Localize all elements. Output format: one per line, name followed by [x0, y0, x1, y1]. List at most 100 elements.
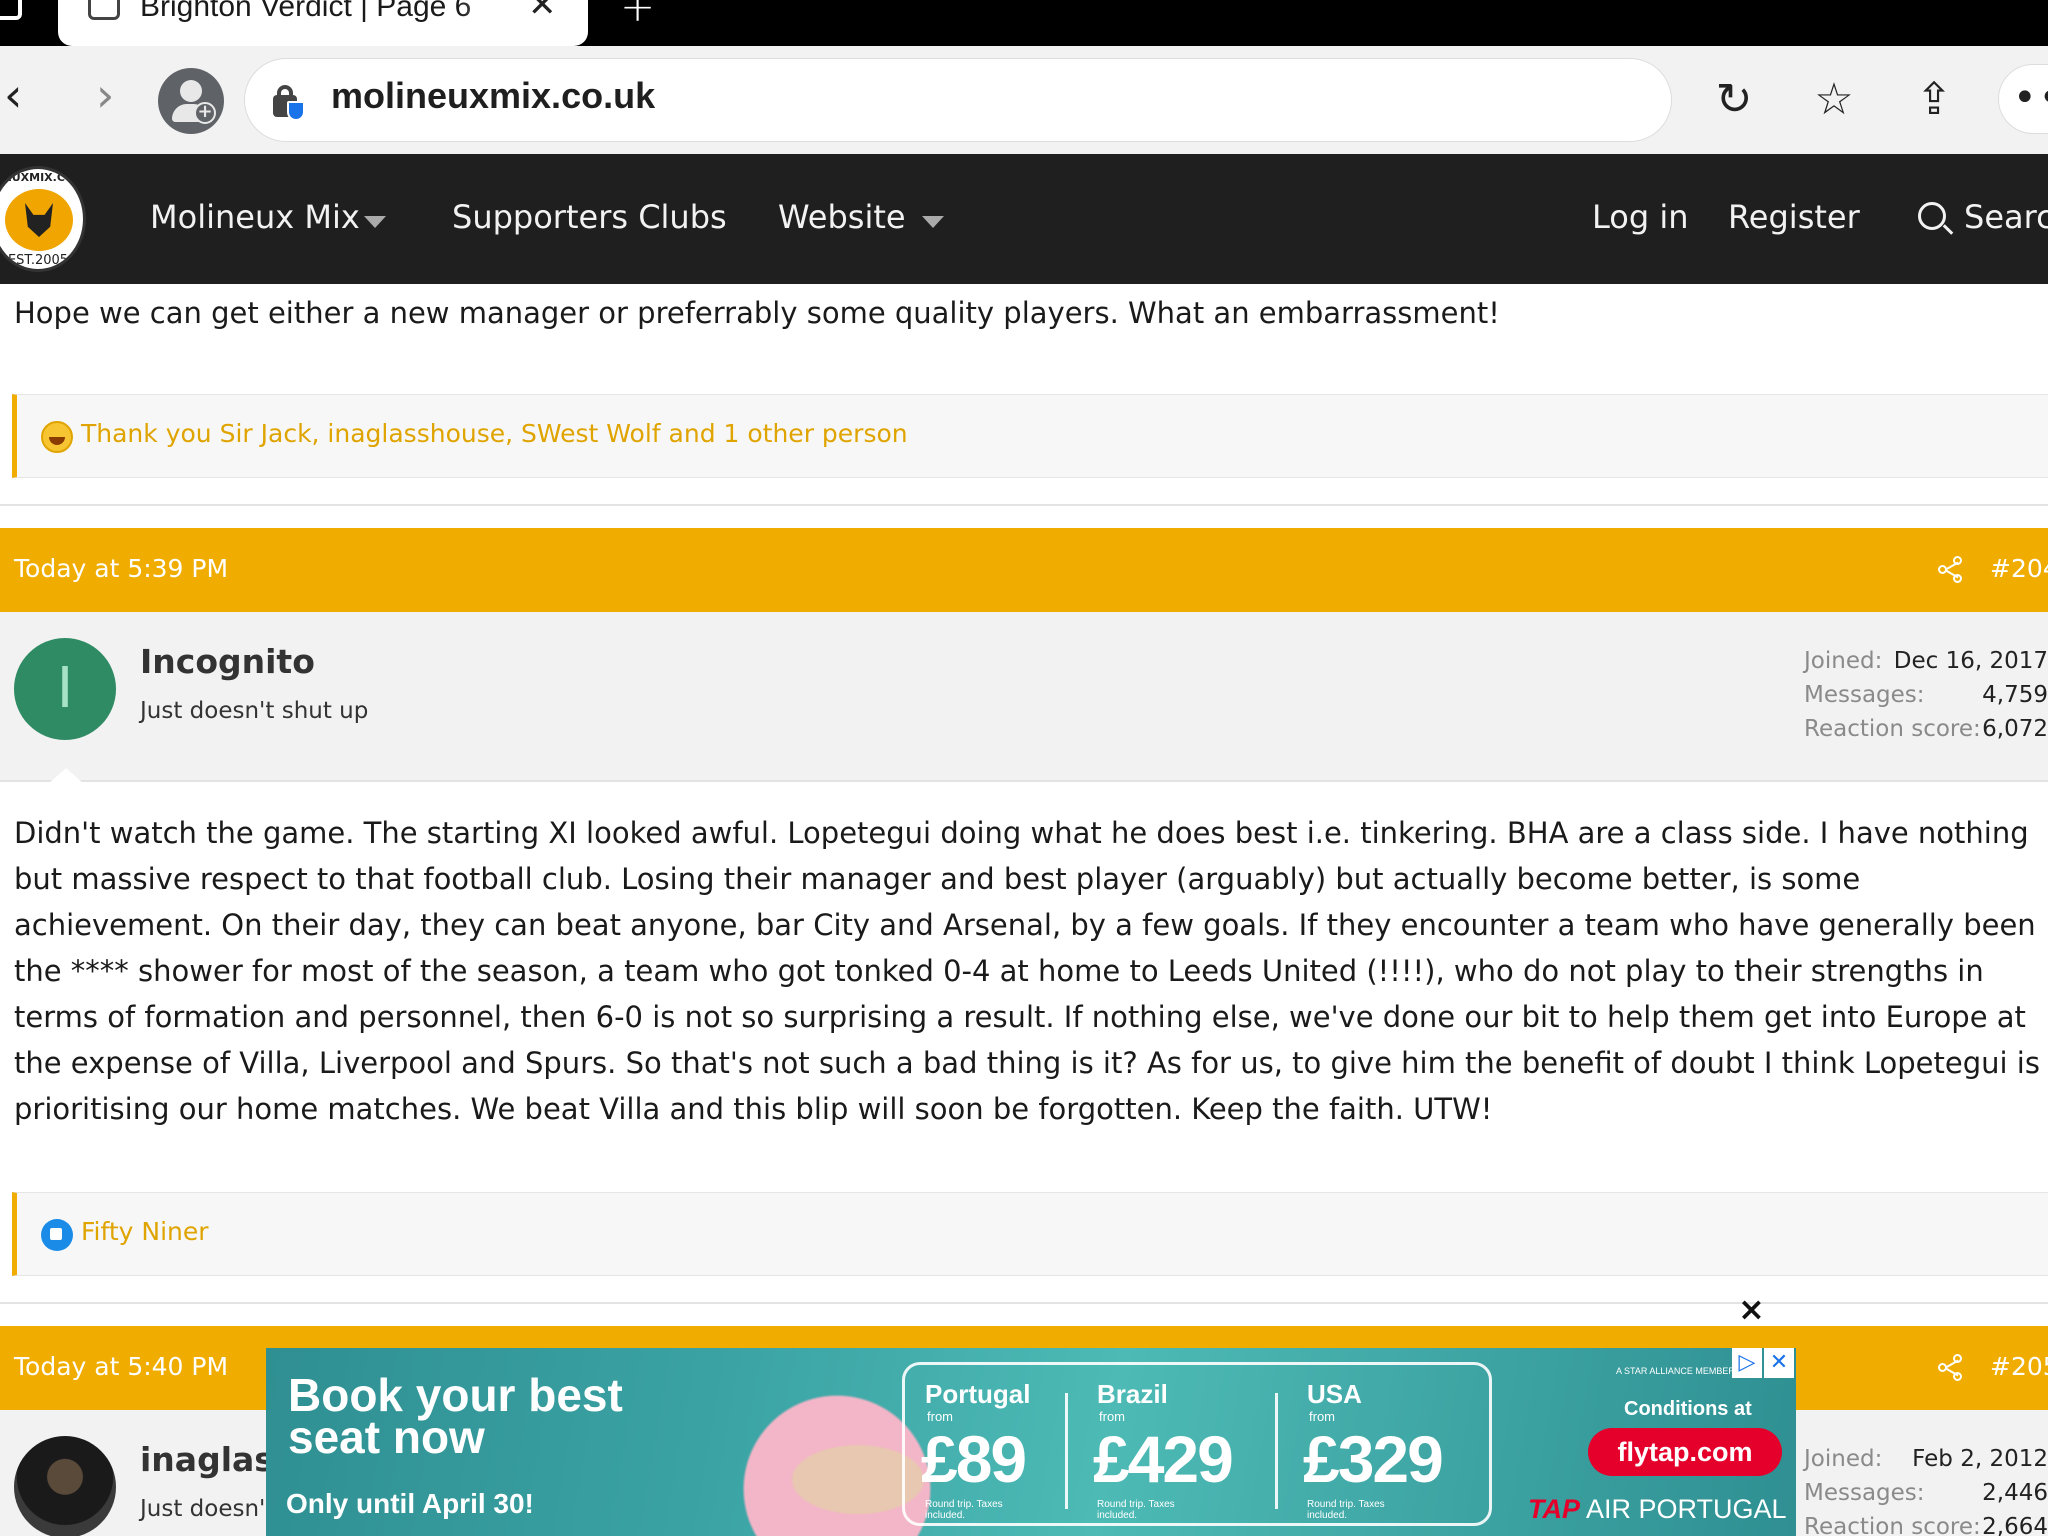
user-block: I Incognito Just doesn't shut up Joined:…: [0, 612, 2048, 782]
more-dots-icon: ••: [2013, 75, 2048, 121]
ad-cta-button[interactable]: flytap.com: [1588, 1428, 1782, 1476]
forward-icon[interactable]: ›: [96, 72, 114, 118]
new-tab-icon[interactable]: +: [620, 0, 655, 28]
user-title: Just doesn't: [140, 1496, 275, 1522]
nav-register[interactable]: Register: [1728, 198, 1860, 236]
shield-icon: [287, 101, 305, 121]
reaction-score-label: Reaction score:: [1804, 716, 1981, 742]
share-icon[interactable]: ⇪: [1906, 72, 1962, 128]
fare-separator: [1275, 1393, 1278, 1509]
message-pointer: [48, 768, 84, 784]
favorites-star-icon[interactable]: ☆: [1806, 72, 1862, 128]
share-line: [1945, 1359, 1959, 1369]
page-favicon-icon: [88, 0, 120, 20]
ad-brand-tap: TAP: [1528, 1494, 1580, 1524]
logo-text-top: NEUXMIX.CO.UK: [0, 171, 83, 184]
messages-value: 4,759: [1982, 682, 2048, 708]
nav-search[interactable]: Search: [1964, 198, 2048, 236]
tab-overview-button[interactable]: [0, 0, 55, 46]
nav-molineux-mix[interactable]: Molineux Mix: [150, 198, 360, 236]
reactions-bar[interactable]: Thank you Sir Jack, inaglasshouse, SWest…: [12, 394, 2048, 478]
thumbs-up-icon: [41, 1219, 73, 1251]
joined-label: Joined:: [1804, 1446, 1883, 1472]
fare-destination: Portugal: [925, 1379, 1031, 1409]
logo-badge: [5, 189, 73, 251]
post-divider: [0, 504, 2048, 506]
reaction-score-value: 6,072: [1982, 716, 2048, 742]
fare-price: £329: [1303, 1422, 1444, 1496]
post-body-text: Didn't watch the game. The starting XI l…: [14, 816, 2040, 1126]
post-number[interactable]: #204: [1990, 554, 2048, 583]
fare-price: £429: [1093, 1422, 1234, 1496]
back-icon[interactable]: ‹: [4, 72, 22, 118]
fare-destination: USA: [1307, 1379, 1362, 1409]
joined-value: Feb 2, 2012: [1912, 1446, 2048, 1472]
fare-note: Round trip. Taxes included.: [1097, 1499, 1175, 1521]
site-security-icon[interactable]: [273, 83, 305, 121]
fare-price: £89: [921, 1422, 1027, 1496]
reactions-list[interactable]: Thank you Sir Jack, inaglasshouse, SWest…: [81, 419, 908, 448]
avatar[interactable]: [14, 1436, 116, 1536]
fare-item: USA from £329 Round trip. Taxes included…: [1287, 1365, 1467, 1525]
ad-brand: TAP AIR PORTUGAL: [1528, 1494, 1787, 1525]
browser-window: Brighton Verdict | Page 6 ✕ + ‹ › + moli…: [0, 0, 2048, 1536]
nav-supporters-clubs[interactable]: Supporters Clubs: [452, 198, 727, 236]
username[interactable]: Incognito: [140, 642, 315, 681]
reaction-score-value: 2,664: [1982, 1514, 2048, 1536]
site-logo[interactable]: NEUXMIX.CO.UK EST.2005: [0, 166, 86, 272]
add-profile-icon: +: [194, 102, 216, 124]
wolf-icon: [25, 203, 53, 237]
ad-alliance-text: A STAR ALLIANCE MEMBER: [1616, 1366, 1735, 1376]
joined-label: Joined:: [1804, 648, 1883, 674]
post-header: Today at 5:39 PM #204: [0, 528, 2048, 612]
close-tab-icon[interactable]: ✕: [528, 0, 557, 22]
fare-item: Brazil from £429 Round trip. Taxes inclu…: [1077, 1365, 1257, 1525]
reactions-bar[interactable]: Fifty Niner: [12, 1192, 2048, 1276]
tab-title-fade: [458, 0, 538, 30]
post-body-text: Hope we can get either a new manager or …: [14, 296, 1500, 330]
fare-separator: [1065, 1393, 1068, 1509]
adchoices-icon[interactable]: ▷: [1732, 1348, 1762, 1378]
profile-icon[interactable]: +: [158, 68, 224, 134]
share-icon[interactable]: [1938, 1354, 1966, 1382]
joined-value: Dec 16, 2017: [1893, 648, 2048, 674]
messages-label: Messages:: [1804, 1480, 1925, 1506]
messages-label: Messages:: [1804, 682, 1925, 708]
reaction-score-label: Reaction score:: [1804, 1514, 1981, 1536]
url-text[interactable]: molineuxmix.co.uk: [331, 75, 655, 117]
profile-head-shape: [180, 80, 202, 102]
share-line: [1945, 561, 1959, 571]
search-icon-handle: [1942, 224, 1954, 235]
post-number[interactable]: #205: [1990, 1352, 2048, 1381]
advertisement-banner[interactable]: Book your best seat now Only until April…: [266, 1348, 1796, 1536]
tab-strip: Brighton Verdict | Page 6 ✕ +: [0, 0, 2048, 46]
fare-item: Portugal from £89 Round trip. Taxes incl…: [905, 1365, 1085, 1525]
laughing-emoji-icon: [41, 421, 73, 453]
site-navbar: NEUXMIX.CO.UK EST.2005 Molineux Mix Supp…: [0, 154, 2048, 284]
avatar[interactable]: I: [14, 638, 116, 740]
chevron-down-icon[interactable]: [364, 216, 386, 228]
ad-brand-name: AIR PORTUGAL: [1586, 1494, 1787, 1524]
active-tab[interactable]: Brighton Verdict | Page 6 ✕: [58, 0, 588, 46]
browser-toolbar: ‹ › + molineuxmix.co.uk ↻ ☆ ⇪ ••: [0, 46, 2048, 154]
fare-note: Round trip. Taxes included.: [925, 1499, 1003, 1521]
nav-log-in[interactable]: Log in: [1592, 198, 1689, 236]
close-ad-icon[interactable]: ×: [1738, 1290, 1765, 1328]
reload-icon[interactable]: ↻: [1706, 72, 1762, 128]
ad-conditions: Conditions at: [1624, 1398, 1752, 1420]
post-timestamp[interactable]: Today at 5:40 PM: [14, 1352, 228, 1381]
post-timestamp[interactable]: Today at 5:39 PM: [14, 554, 228, 583]
chevron-down-icon[interactable]: [922, 216, 944, 228]
fare-note: Round trip. Taxes included.: [1307, 1499, 1385, 1521]
fare-destination: Brazil: [1097, 1379, 1168, 1409]
reactions-list[interactable]: Fifty Niner: [81, 1217, 209, 1246]
ad-close-icon[interactable]: ✕: [1764, 1348, 1794, 1378]
user-title: Just doesn't shut up: [140, 698, 369, 724]
share-icon[interactable]: [1938, 556, 1966, 584]
more-menu-button[interactable]: ••: [1998, 64, 2048, 134]
ad-headline: Book your best seat now: [288, 1369, 623, 1463]
logo-text-bottom: EST.2005: [7, 253, 69, 268]
nav-website[interactable]: Website: [778, 198, 906, 236]
tabs-icon: [0, 0, 22, 20]
address-bar[interactable]: molineuxmix.co.uk: [244, 58, 1672, 142]
